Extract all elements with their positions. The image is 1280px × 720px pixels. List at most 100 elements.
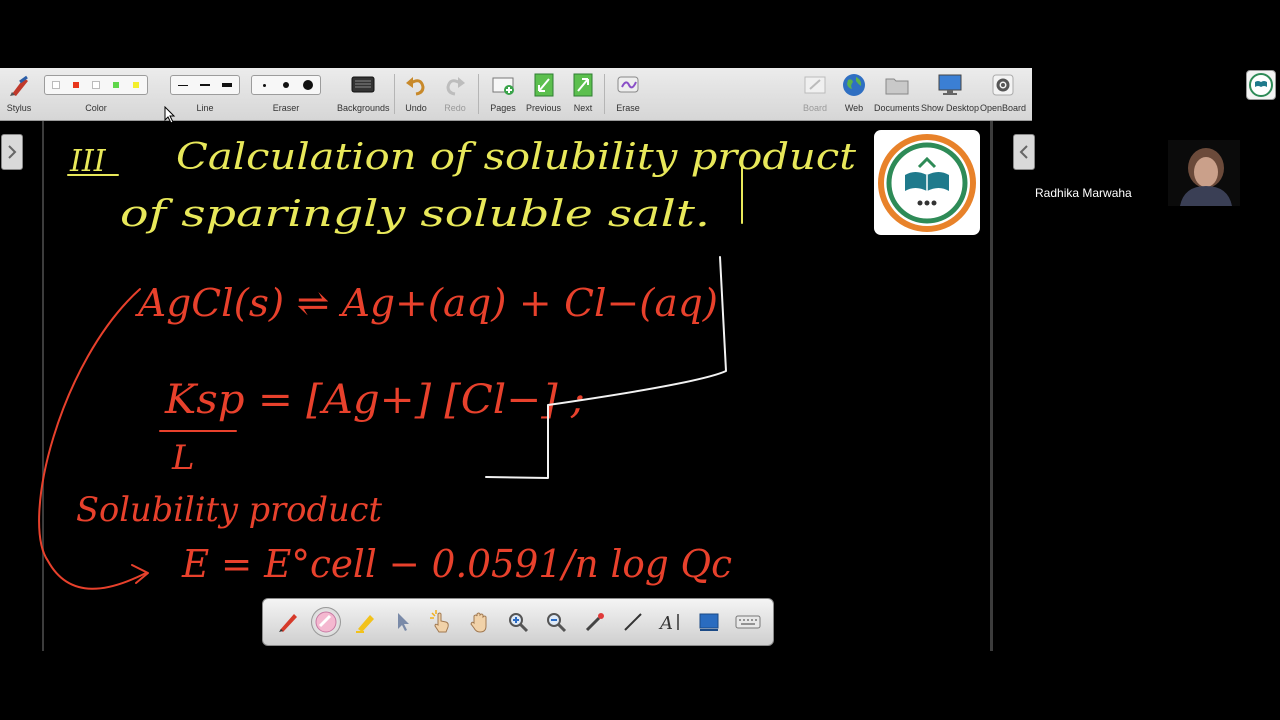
color-swatches: [44, 75, 148, 95]
board-label: Board: [802, 103, 828, 113]
book-seal-icon: [878, 133, 976, 232]
pages-button[interactable]: Pages: [490, 70, 516, 113]
participant-video-tile[interactable]: [1168, 140, 1240, 206]
openboard-label: OpenBoard: [980, 103, 1027, 113]
previous-label: Previous: [526, 103, 562, 113]
color-label: Color: [85, 103, 107, 113]
capture-icon: [699, 613, 719, 631]
ink-heading-number: III: [69, 144, 107, 179]
redo-button[interactable]: Redo: [442, 70, 468, 113]
zoom-in-icon: [508, 613, 528, 633]
line-icon: [624, 613, 642, 631]
text-icon: A: [658, 613, 679, 634]
color-swatch-red[interactable]: [68, 79, 84, 91]
color-swatch-white[interactable]: [48, 79, 64, 91]
openboard-menu-button[interactable]: OpenBoard: [980, 70, 1026, 113]
book-seal-mini-icon: [1249, 73, 1273, 97]
stylus-button[interactable]: Stylus: [6, 70, 32, 113]
color-swatch-green[interactable]: [108, 79, 124, 91]
board-icon: [804, 76, 826, 94]
floating-tool-palette: A: [262, 598, 774, 646]
erase-label: Erase: [616, 103, 640, 113]
toolbar-divider: [604, 74, 605, 114]
institution-logo: [874, 130, 980, 235]
laser-pointer-icon: [585, 613, 604, 632]
zoom-out-icon: [547, 613, 567, 633]
capture-tool-button[interactable]: [694, 607, 724, 637]
eraser-small[interactable]: [255, 83, 273, 87]
zoom-in-tool-button[interactable]: [503, 607, 533, 637]
eraser-label: Eraser: [272, 103, 300, 113]
web-label: Web: [844, 103, 864, 113]
ink-ksp-below: L: [171, 438, 195, 478]
participant-avatar: [1180, 148, 1232, 206]
eraser-medium[interactable]: [277, 82, 295, 88]
zoom-out-tool-button[interactable]: [541, 607, 571, 637]
folder-icon: [885, 78, 909, 95]
ink-solubility-product: Solubility product: [76, 490, 382, 530]
ink-heading-line1: Calculation of solubility product: [176, 137, 857, 178]
settings-gear-icon: [992, 74, 1014, 96]
ink-ksp-equation: Ksp = [Ag+] [Cl−] ;: [164, 377, 585, 423]
participant-name: Radhika Marwaha: [1035, 186, 1132, 200]
web-button[interactable]: Web: [841, 70, 867, 113]
line-thick[interactable]: [218, 83, 236, 87]
previous-page-icon: [534, 73, 553, 97]
next-button[interactable]: Next: [570, 70, 596, 113]
show-desktop-label: Show Desktop: [921, 103, 980, 113]
text-tool-button[interactable]: A: [656, 607, 686, 637]
backgrounds-icon: [351, 76, 375, 93]
laser-pointer-tool-button[interactable]: [580, 607, 610, 637]
line-widths: [170, 75, 240, 95]
erase-all-icon: [617, 76, 639, 93]
line-label: Line: [196, 103, 214, 113]
keyboard-icon: [735, 615, 761, 629]
hand-tool-button[interactable]: [465, 607, 495, 637]
line-width-picker[interactable]: Line: [170, 70, 240, 113]
eraser-icon: [315, 611, 337, 633]
eraser-sizes: [251, 75, 321, 95]
line-thin[interactable]: [174, 84, 192, 86]
globe-icon: [843, 74, 865, 96]
documents-label: Documents: [874, 103, 920, 113]
redo-icon: [446, 77, 465, 96]
eraser-large[interactable]: [299, 80, 317, 90]
stylus-icon: [10, 75, 28, 96]
board-mode-button[interactable]: Board: [802, 70, 828, 113]
eraser-size-picker[interactable]: Eraser: [251, 70, 321, 113]
documents-button[interactable]: Documents: [874, 70, 920, 113]
participant-panel-logo[interactable]: [1246, 70, 1276, 100]
svg-text:A: A: [658, 613, 673, 634]
color-swatch-yellow[interactable]: [128, 79, 144, 91]
show-desktop-button[interactable]: Show Desktop: [921, 70, 979, 113]
desktop-monitor-icon: [938, 74, 962, 95]
toolbar-divider: [394, 74, 395, 114]
mouse-cursor-icon: [164, 106, 176, 124]
color-swatch-white-2[interactable]: [88, 79, 104, 91]
eraser-tool-button[interactable]: [311, 607, 342, 637]
selector-tool-button[interactable]: [388, 607, 418, 637]
undo-icon: [406, 77, 425, 96]
erase-button[interactable]: Erase: [615, 70, 641, 113]
backgrounds-label: Backgrounds: [337, 103, 390, 113]
pen-icon: [279, 614, 298, 632]
line-medium[interactable]: [196, 84, 214, 86]
virtual-keyboard-tool-button[interactable]: [733, 607, 763, 637]
toolbar-divider: [478, 74, 479, 114]
color-picker[interactable]: Color: [44, 70, 148, 113]
interact-tool-button[interactable]: [426, 607, 456, 637]
ink-nernst-equation: E = E°cell − 0.0591/n log Qc: [181, 542, 732, 586]
ink-reaction-equation: AgCl(s) ⇌ Ag+(aq) + Cl−(aq): [135, 281, 718, 325]
marker-tool-button[interactable]: [350, 607, 380, 637]
arrow-pointer-icon: [398, 613, 410, 631]
pages-icon: [492, 77, 514, 95]
pen-tool-button[interactable]: [273, 607, 303, 637]
hand-icon: [470, 612, 487, 633]
highlighter-icon: [355, 615, 374, 633]
undo-button[interactable]: Undo: [403, 70, 429, 113]
previous-button[interactable]: Previous: [526, 70, 561, 113]
backgrounds-button[interactable]: Backgrounds: [337, 70, 390, 113]
line-tool-button[interactable]: [618, 607, 648, 637]
next-label: Next: [573, 103, 593, 113]
next-page-icon: [573, 73, 593, 97]
